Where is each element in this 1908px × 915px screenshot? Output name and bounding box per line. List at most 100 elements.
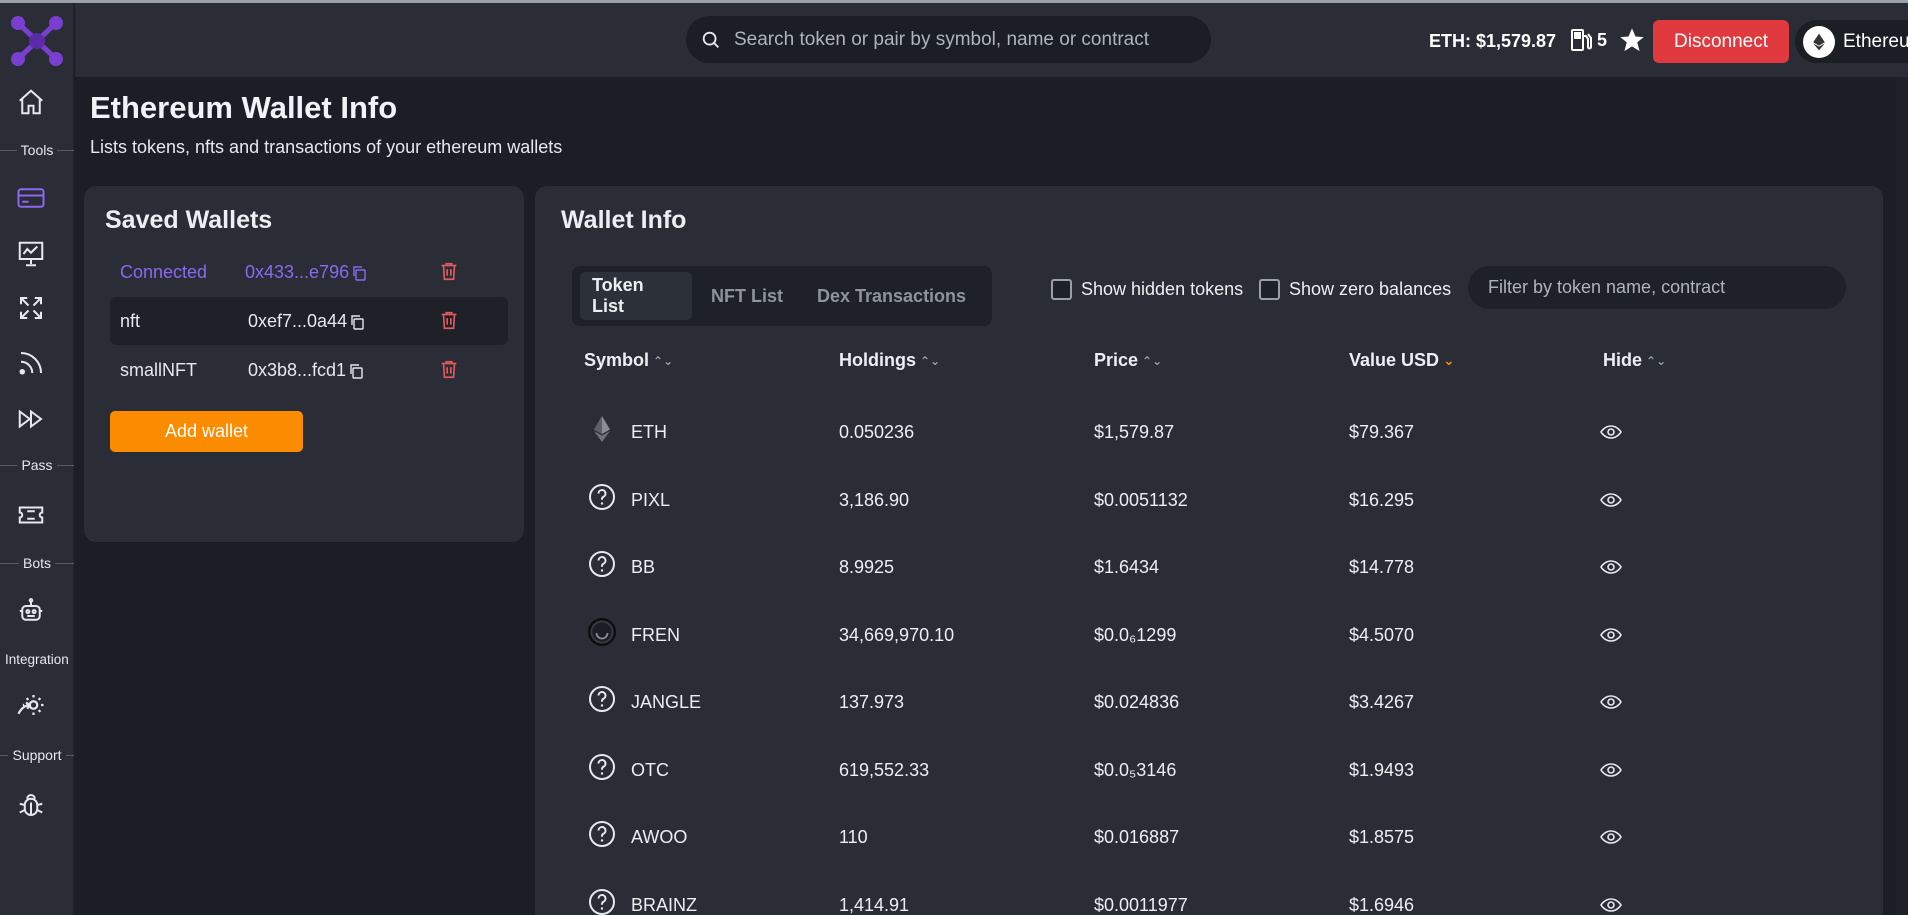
disconnect-button[interactable]: Disconnect (1653, 20, 1789, 63)
table-row[interactable]: ETH 0.050236 $1,579.87 $79.367 (535, 400, 1883, 467)
expand-icon[interactable] (13, 290, 49, 326)
copy-icon[interactable] (348, 363, 364, 379)
hide-token-eye-icon[interactable] (1599, 555, 1623, 579)
hide-token-eye-icon[interactable] (1599, 488, 1623, 512)
copy-icon[interactable] (351, 265, 367, 281)
show-hidden-checkbox[interactable] (1051, 279, 1072, 300)
wallet-address: 0x433...e796 (245, 262, 367, 283)
wallet-row[interactable]: smallNFT 0x3b8...fcd1 (110, 346, 508, 394)
cell-value-usd: $1.9493 (1349, 759, 1415, 780)
table-row[interactable]: BB 8.9925 $1.6434 $14.778 (535, 535, 1883, 602)
favorites-star-icon[interactable] (1618, 26, 1646, 54)
robot-icon[interactable] (13, 593, 49, 629)
show-zero-checkbox[interactable] (1259, 279, 1280, 300)
show-zero-balances-toggle[interactable]: Show zero balances (1259, 279, 1451, 300)
hide-token-eye-icon[interactable] (1599, 825, 1623, 849)
cell-holdings: 8.9925 (839, 557, 895, 577)
sidebar: Tools Pass Bots Integration Support (0, 3, 75, 915)
wallet-address: 0xef7...0a44 (248, 311, 365, 332)
wallet-row[interactable]: Connected 0x433...e796 (110, 248, 508, 296)
token-filter-input[interactable] (1468, 266, 1846, 309)
cell-price: $0.0011977 (1094, 894, 1188, 915)
column-header-value-usd[interactable]: Value USD ⌄ (1349, 350, 1455, 371)
sidebar-section-bots: Bots (0, 555, 75, 571)
question-icon (587, 887, 617, 915)
page-subtitle: Lists tokens, nfts and transactions of y… (90, 137, 563, 157)
hide-token-eye-icon[interactable] (1599, 758, 1623, 782)
sidebar-section-tools: Tools (0, 142, 74, 158)
wallet-card-icon[interactable] (13, 180, 49, 216)
network-selector[interactable]: Ethereum (1795, 20, 1908, 63)
search-input[interactable] (734, 28, 1174, 51)
wallet-name: nft (120, 311, 141, 331)
show-hidden-label: Show hidden tokens (1081, 279, 1244, 299)
bug-icon[interactable] (13, 787, 49, 823)
eth-price-ticker: ETH: $1,579.87 (1429, 31, 1557, 51)
delete-wallet-icon[interactable] (438, 358, 460, 380)
cell-symbol: BB (631, 557, 656, 577)
gas-value: 5 (1597, 29, 1608, 50)
page-title: Ethereum Wallet Info (90, 90, 398, 125)
cell-symbol: JANGLE (631, 692, 702, 712)
cell-symbol: FREN (631, 624, 680, 645)
cell-symbol: BRAINZ (631, 894, 698, 915)
network-name: Ethereum (1843, 30, 1908, 52)
cell-symbol: ETH (631, 422, 667, 442)
cell-price: $0.0₆1299 (1094, 624, 1177, 645)
wallet-info-title: Wallet Info (561, 206, 687, 234)
table-row[interactable]: JANGLE 137.973 $0.024836 $3.4267 (535, 670, 1883, 737)
tab-dex-transactions[interactable]: Dex Transactions (805, 272, 978, 320)
hide-token-eye-icon[interactable] (1599, 690, 1623, 714)
cell-holdings: 34,669,970.10 (839, 624, 955, 645)
fast-forward-icon[interactable] (13, 401, 49, 437)
wallet-address: 0x3b8...fcd1 (248, 360, 364, 381)
cell-value-usd: $79.367 (1349, 422, 1415, 442)
cell-price: $1.6434 (1094, 557, 1160, 577)
column-header-holdings[interactable]: Holdings ⌃⌄ (839, 350, 940, 371)
table-row[interactable]: BRAINZ 1,414.91 $0.0011977 $1.6946 (535, 873, 1883, 915)
table-row[interactable]: FREN 34,669,970.10 $0.0₆1299 $4.5070 (535, 603, 1883, 670)
cell-symbol: PIXL (631, 489, 671, 510)
table-row[interactable]: OTC 619,552.33 $0.0₅3146 $1.9493 (535, 738, 1883, 805)
show-hidden-tokens-toggle[interactable]: Show hidden tokens (1051, 279, 1243, 300)
delete-wallet-icon[interactable] (438, 260, 460, 282)
table-row[interactable]: PIXL 3,186.90 $0.0051132 $16.295 (535, 468, 1883, 535)
sidebar-section-pass: Pass (0, 457, 74, 473)
wallet-row[interactable]: nft 0xef7...0a44 (110, 297, 508, 345)
page-scrollbar[interactable] (1896, 77, 1908, 915)
tab-nft-list[interactable]: NFT List (699, 272, 795, 320)
home-icon[interactable] (13, 84, 49, 120)
smiley-icon (587, 617, 617, 647)
hide-token-eye-icon[interactable] (1599, 893, 1623, 915)
gas-indicator: 5 (1569, 27, 1607, 53)
gear-integration-icon[interactable] (13, 687, 49, 723)
app-logo-icon[interactable] (8, 13, 66, 69)
question-icon (587, 482, 617, 512)
column-header-symbol[interactable]: Symbol ⌃⌄ (584, 350, 673, 371)
add-wallet-button[interactable]: Add wallet (110, 411, 303, 452)
cell-value-usd: $3.4267 (1349, 692, 1415, 712)
ticket-icon[interactable] (13, 497, 49, 533)
sort-desc-icon: ⌄ (1443, 352, 1455, 368)
cell-holdings: 1,414.91 (839, 894, 910, 915)
cell-value-usd: $14.778 (1349, 557, 1415, 577)
cell-price: $0.0₅3146 (1094, 759, 1177, 780)
delete-wallet-icon[interactable] (438, 309, 460, 331)
hide-token-eye-icon[interactable] (1599, 623, 1623, 647)
column-header-price[interactable]: Price ⌃⌄ (1094, 350, 1162, 371)
copy-icon[interactable] (349, 314, 365, 330)
presentation-icon[interactable] (13, 236, 49, 272)
search-bar[interactable] (686, 16, 1211, 63)
sort-icon: ⌃⌄ (653, 353, 674, 368)
cell-value-usd: $4.5070 (1349, 624, 1415, 645)
table-row[interactable]: AWOO 110 $0.016887 $1.8575 (535, 805, 1883, 872)
question-icon (587, 752, 617, 782)
rss-icon[interactable] (13, 345, 49, 381)
wallet-name: Connected (120, 262, 208, 282)
tab-bar: Token List NFT List Dex Transactions (572, 266, 992, 326)
hide-token-eye-icon[interactable] (1599, 420, 1623, 444)
sort-icon: ⌃⌄ (1142, 353, 1163, 368)
tab-token-list[interactable]: Token List (580, 272, 692, 320)
cell-holdings: 0.050236 (839, 422, 915, 442)
column-header-hide[interactable]: Hide ⌃⌄ (1603, 350, 1666, 371)
